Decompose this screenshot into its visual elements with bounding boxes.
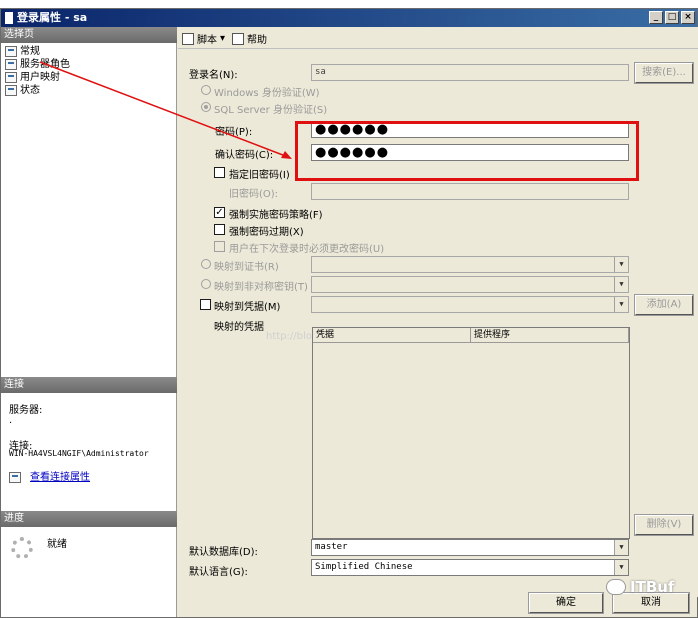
chevron-down-icon: ▼ xyxy=(614,560,628,575)
login-name-label: 登录名(N): xyxy=(189,70,238,81)
toolbar: 脚本 ▾ 帮助 xyxy=(178,27,698,49)
chevron-down-icon: ▼ xyxy=(614,540,628,555)
default-language-label: 默认语言(G): xyxy=(189,567,248,578)
wechat-icon xyxy=(606,579,626,595)
connection-value: WIN-HA4VSL4NGIF\Administrator xyxy=(9,449,149,458)
cancel-button[interactable]: 取消 xyxy=(612,592,690,614)
credential-select[interactable]: ▼ xyxy=(311,296,629,313)
progress-status: 就绪 xyxy=(47,539,67,550)
select-page-header: 选择页 xyxy=(1,27,177,43)
enforce-expiration-label: 强制密码过期(X) xyxy=(229,227,304,238)
map-credential-checkbox[interactable] xyxy=(200,299,211,310)
map-certificate-radio[interactable] xyxy=(201,259,211,269)
asym-key-select[interactable]: ▼ xyxy=(311,276,629,293)
close-button[interactable]: × xyxy=(681,11,695,24)
page-item-user-mapping[interactable]: 用户映射 xyxy=(5,71,60,84)
grid-column-credential[interactable]: 凭据 xyxy=(313,328,471,343)
script-icon xyxy=(182,32,194,45)
minimize-button[interactable]: _ xyxy=(649,11,663,24)
chevron-down-icon: ▼ xyxy=(614,297,628,312)
script-button[interactable]: 脚本 ▾ xyxy=(182,31,225,46)
old-password-input[interactable] xyxy=(311,183,629,200)
chevron-down-icon: ▼ xyxy=(614,277,628,292)
specify-old-password-label: 指定旧密码(I) xyxy=(229,170,290,181)
certificate-select[interactable]: ▼ xyxy=(311,256,629,273)
page-label: 常规 xyxy=(20,46,40,57)
page-label: 状态 xyxy=(20,85,40,96)
highlight-box xyxy=(295,121,639,181)
server-value: . xyxy=(9,415,13,426)
page-item-server-roles[interactable]: 服务器角色 xyxy=(5,58,70,71)
default-language-value: Simplified Chinese xyxy=(315,562,413,572)
enforce-expiration-checkbox[interactable] xyxy=(214,224,225,235)
brand-text: ITBuf xyxy=(630,578,675,596)
window-title: 登录属性 - sa xyxy=(17,11,88,24)
enforce-policy-checkbox[interactable]: ✓ xyxy=(214,207,225,218)
login-properties-window: 登录属性 - sa _ □ × 选择页 常规 服务器角色 用户映射 状态 连接 … xyxy=(0,8,698,618)
default-database-label: 默认数据库(D): xyxy=(189,547,258,558)
chevron-down-icon: ▼ xyxy=(614,257,628,272)
sql-auth-label: SQL Server 身份验证(S) xyxy=(214,105,328,116)
mapped-credentials-label: 映射的凭据 xyxy=(214,322,264,333)
map-asym-key-radio[interactable] xyxy=(201,279,211,289)
page-icon xyxy=(5,85,17,96)
page-icon xyxy=(5,72,17,83)
ok-button[interactable]: 确定 xyxy=(528,592,604,614)
title-bar[interactable]: 登录属性 - sa _ □ × xyxy=(1,9,697,27)
add-credential-button[interactable]: 添加(A) xyxy=(634,294,694,316)
default-database-select[interactable]: master ▼ xyxy=(311,539,629,556)
search-button[interactable]: 搜索(E)... xyxy=(634,62,694,84)
default-language-select[interactable]: Simplified Chinese ▼ xyxy=(311,559,629,576)
remove-credential-button[interactable]: 删除(V) xyxy=(634,514,694,536)
password-label: 密码(P): xyxy=(215,127,253,138)
page-icon xyxy=(5,59,17,70)
maximize-button[interactable]: □ xyxy=(665,11,679,24)
page-icon xyxy=(5,46,17,57)
help-button[interactable]: 帮助 xyxy=(232,31,267,46)
connection-header: 连接 xyxy=(1,377,177,393)
confirm-password-label: 确认密码(C): xyxy=(215,150,274,161)
left-pane: 选择页 常规 服务器角色 用户映射 状态 连接 服务器: . 连接: WIN-H… xyxy=(1,27,177,617)
link-label: 查看连接属性 xyxy=(30,472,90,483)
window-icon xyxy=(5,12,13,24)
help-icon xyxy=(232,32,244,45)
itbuf-watermark: ITBuf xyxy=(606,578,674,596)
properties-icon xyxy=(9,472,21,483)
map-asym-key-label: 映射到非对称密钥(T) xyxy=(214,282,308,293)
progress-header: 进度 xyxy=(1,511,177,527)
page-label: 用户映射 xyxy=(20,72,60,83)
specify-old-password-checkbox[interactable] xyxy=(214,167,225,178)
chevron-down-icon: ▾ xyxy=(220,33,226,44)
default-database-value: master xyxy=(315,542,348,552)
script-label: 脚本 xyxy=(197,35,217,46)
grid-column-provider[interactable]: 提供程序 xyxy=(471,328,629,343)
windows-auth-radio[interactable] xyxy=(201,85,211,95)
page-item-general[interactable]: 常规 xyxy=(5,45,40,58)
login-name-input[interactable]: sa xyxy=(311,64,629,81)
sql-auth-radio[interactable] xyxy=(201,102,211,112)
map-certificate-label: 映射到证书(R) xyxy=(214,262,279,273)
must-change-checkbox[interactable] xyxy=(214,241,225,252)
mapped-credentials-grid[interactable]: 凭据 提供程序 xyxy=(312,327,630,539)
view-connection-properties-link[interactable]: 查看连接属性 xyxy=(9,471,90,484)
page-label: 服务器角色 xyxy=(20,59,70,70)
old-password-label: 旧密码(O): xyxy=(229,189,279,200)
windows-auth-label: Windows 身份验证(W) xyxy=(214,88,320,99)
enforce-policy-label: 强制实施密码策略(F) xyxy=(229,210,323,221)
help-label: 帮助 xyxy=(247,35,267,46)
progress-spinner-icon xyxy=(11,537,33,559)
map-credential-label: 映射到凭据(M) xyxy=(214,302,281,313)
must-change-label: 用户在下次登录时必须更改密码(U) xyxy=(229,244,385,255)
server-label: 服务器: xyxy=(9,405,43,416)
page-item-status[interactable]: 状态 xyxy=(5,84,40,97)
